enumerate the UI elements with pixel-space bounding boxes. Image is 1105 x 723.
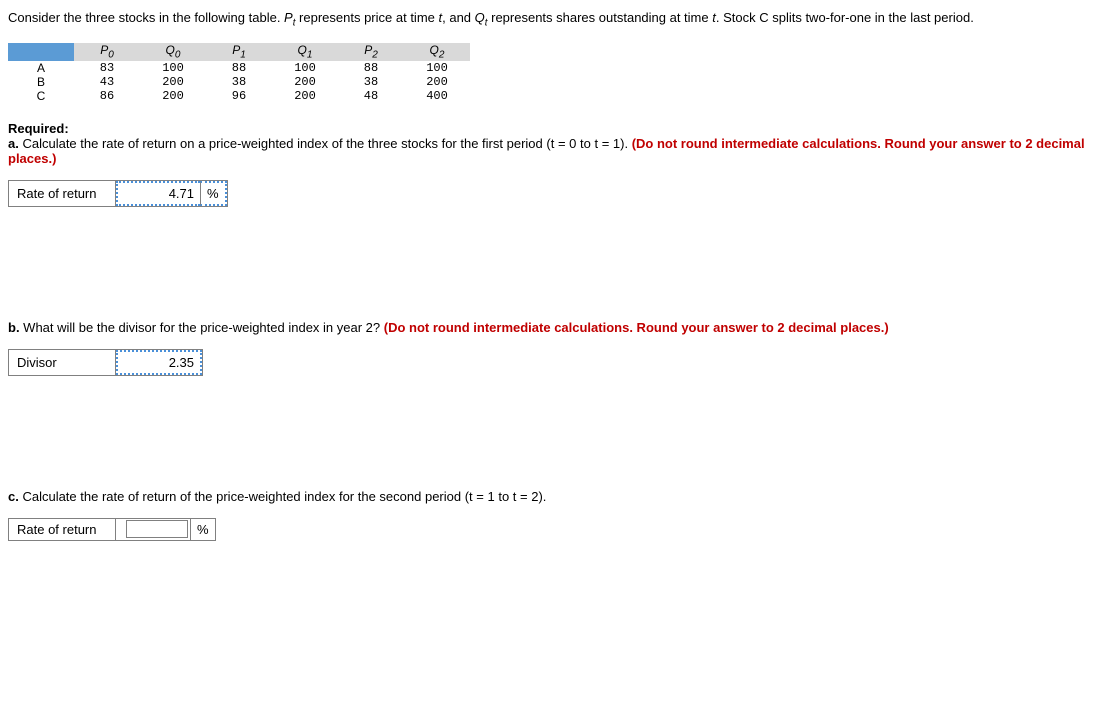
answer-c-unit: % [190,519,215,540]
answer-c-label: Rate of return [9,519,116,540]
answer-c-input-cell [116,519,190,540]
col-Q0: Q0 [140,43,206,60]
answer-b-row: Divisor 2.35 [8,349,203,376]
answer-a-value[interactable]: 4.71 [116,181,200,206]
col-Q1: Q1 [272,43,338,60]
answer-a-unit: % [200,181,227,206]
answer-b-value[interactable]: 2.35 [116,350,202,375]
question-b: b. What will be the divisor for the pric… [8,320,1097,376]
answer-c-row: Rate of return % [8,518,216,541]
answer-c-input[interactable] [126,520,188,538]
problem-intro: Consider the three stocks in the followi… [8,8,1097,31]
table-row: A 83 100 88 100 88 100 [8,61,470,75]
table-corner [8,43,74,60]
col-P0: P0 [74,43,140,60]
col-Q2: Q2 [404,43,470,60]
required-header: Required: [8,121,1097,136]
stock-data-table: P0 Q0 P1 Q1 P2 Q2 A 83 100 88 100 88 100… [8,43,470,102]
answer-b-label: Divisor [9,350,116,375]
question-c: c. Calculate the rate of return of the p… [8,489,1097,541]
col-P2: P2 [338,43,404,60]
col-P1: P1 [206,43,272,60]
question-a: Required: a. Calculate the rate of retur… [8,121,1097,207]
table-row: C 86 200 96 200 48 400 [8,89,470,103]
table-row: B 43 200 38 200 38 200 [8,75,470,89]
answer-a-row: Rate of return 4.71 % [8,180,228,207]
answer-a-label: Rate of return [9,181,116,206]
